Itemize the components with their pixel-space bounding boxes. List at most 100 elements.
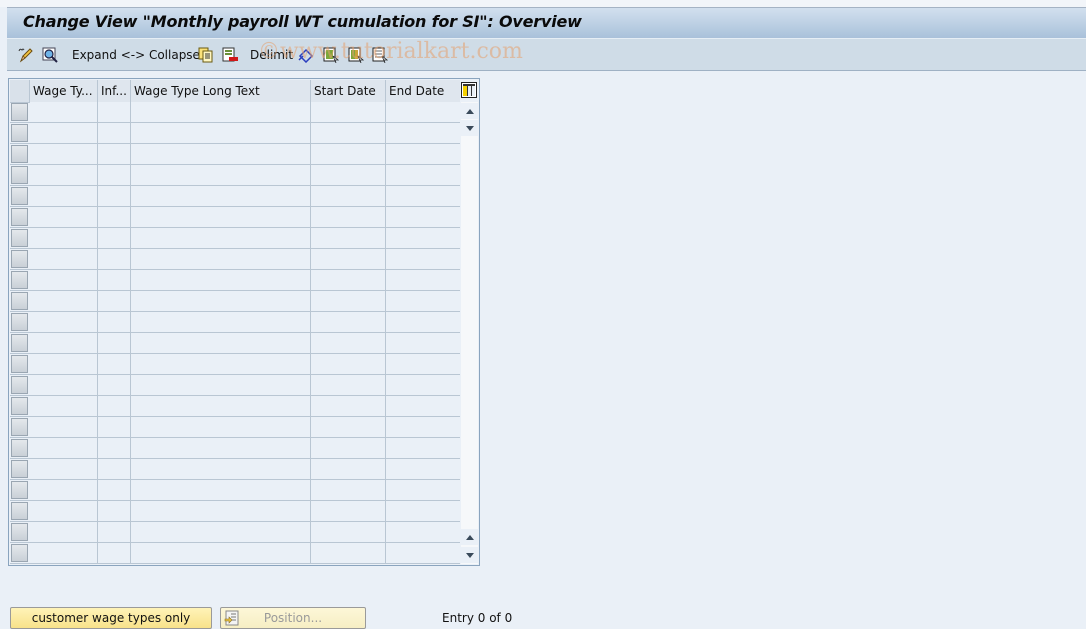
cell-start-date[interactable] [311, 165, 386, 185]
cell-start-date[interactable] [311, 501, 386, 521]
delete-button[interactable] [222, 46, 238, 64]
cell-long-text[interactable] [131, 438, 311, 458]
cell-end-date[interactable] [386, 522, 460, 542]
cell-wage-type[interactable] [30, 270, 98, 290]
undo-change-button[interactable] [298, 46, 314, 64]
row-selector[interactable] [11, 166, 28, 184]
cell-start-date[interactable] [311, 354, 386, 374]
cell-wage-type[interactable] [30, 123, 98, 143]
cell-end-date[interactable] [386, 396, 460, 416]
cell-end-date[interactable] [386, 228, 460, 248]
deselect-all-button[interactable] [372, 46, 389, 64]
cell-wage-type[interactable] [30, 144, 98, 164]
cell-long-text[interactable] [131, 123, 311, 143]
cell-long-text[interactable] [131, 249, 311, 269]
cell-start-date[interactable] [311, 333, 386, 353]
cell-end-date[interactable] [386, 270, 460, 290]
cell-start-date[interactable] [311, 375, 386, 395]
cell-end-date[interactable] [386, 165, 460, 185]
cell-start-date[interactable] [311, 291, 386, 311]
column-header-inf[interactable]: Inf... [98, 80, 131, 102]
vertical-scrollbar[interactable] [461, 102, 478, 564]
cell-long-text[interactable] [131, 291, 311, 311]
cell-wage-type[interactable] [30, 312, 98, 332]
cell-wage-type[interactable] [30, 396, 98, 416]
cell-wage-type[interactable] [30, 417, 98, 437]
cell-start-date[interactable] [311, 102, 386, 122]
column-header-wage-type[interactable]: Wage Ty... [30, 80, 98, 102]
cell-wage-type[interactable] [30, 522, 98, 542]
cell-end-date[interactable] [386, 207, 460, 227]
cell-inf[interactable] [98, 333, 131, 353]
row-selector[interactable] [11, 334, 28, 352]
cell-end-date[interactable] [386, 459, 460, 479]
cell-long-text[interactable] [131, 165, 311, 185]
row-selector[interactable] [11, 208, 28, 226]
cell-inf[interactable] [98, 228, 131, 248]
cell-start-date[interactable] [311, 312, 386, 332]
cell-start-date[interactable] [311, 186, 386, 206]
cell-wage-type[interactable] [30, 102, 98, 122]
position-button[interactable]: Position... [220, 607, 366, 629]
cell-inf[interactable] [98, 165, 131, 185]
cell-long-text[interactable] [131, 354, 311, 374]
cell-start-date[interactable] [311, 438, 386, 458]
row-selector[interactable] [11, 376, 28, 394]
cell-long-text[interactable] [131, 459, 311, 479]
cell-inf[interactable] [98, 543, 131, 563]
row-selector[interactable] [11, 229, 28, 247]
cell-long-text[interactable] [131, 228, 311, 248]
cell-inf[interactable] [98, 270, 131, 290]
cell-inf[interactable] [98, 375, 131, 395]
cell-end-date[interactable] [386, 333, 460, 353]
cell-inf[interactable] [98, 396, 131, 416]
cell-long-text[interactable] [131, 501, 311, 521]
cell-wage-type[interactable] [30, 543, 98, 563]
cell-end-date[interactable] [386, 375, 460, 395]
cell-inf[interactable] [98, 123, 131, 143]
cell-start-date[interactable] [311, 207, 386, 227]
column-header-end-date[interactable]: End Date [386, 80, 460, 102]
row-selector[interactable] [11, 544, 28, 562]
cell-long-text[interactable] [131, 186, 311, 206]
cell-start-date[interactable] [311, 543, 386, 563]
column-header-start-date[interactable]: Start Date [311, 80, 386, 102]
cell-wage-type[interactable] [30, 249, 98, 269]
display-change-button[interactable] [18, 46, 34, 64]
copy-as-button[interactable] [198, 46, 214, 64]
expand-collapse-button[interactable]: Expand <-> Collapse [72, 46, 200, 64]
row-selector[interactable] [11, 481, 28, 499]
scroll-down-top-button[interactable] [461, 120, 478, 136]
cell-inf[interactable] [98, 459, 131, 479]
cell-wage-type[interactable] [30, 459, 98, 479]
cell-inf[interactable] [98, 501, 131, 521]
column-header-long-text[interactable]: Wage Type Long Text [131, 80, 311, 102]
row-selector[interactable] [11, 271, 28, 289]
cell-wage-type[interactable] [30, 354, 98, 374]
cell-start-date[interactable] [311, 249, 386, 269]
scroll-up-top-button[interactable] [461, 103, 478, 119]
row-selector[interactable] [11, 292, 28, 310]
select-block-button[interactable] [348, 46, 365, 64]
cell-end-date[interactable] [386, 438, 460, 458]
row-selector[interactable] [11, 187, 28, 205]
cell-start-date[interactable] [311, 417, 386, 437]
cell-wage-type[interactable] [30, 333, 98, 353]
row-selector[interactable] [11, 418, 28, 436]
cell-wage-type[interactable] [30, 207, 98, 227]
cell-end-date[interactable] [386, 480, 460, 500]
cell-wage-type[interactable] [30, 375, 98, 395]
cell-long-text[interactable] [131, 144, 311, 164]
row-selector[interactable] [11, 523, 28, 541]
cell-end-date[interactable] [386, 501, 460, 521]
details-button[interactable] [42, 46, 58, 64]
cell-end-date[interactable] [386, 291, 460, 311]
cell-long-text[interactable] [131, 333, 311, 353]
cell-long-text[interactable] [131, 312, 311, 332]
row-selector[interactable] [11, 355, 28, 373]
cell-inf[interactable] [98, 354, 131, 374]
cell-long-text[interactable] [131, 480, 311, 500]
scroll-up-bottom-button[interactable] [461, 529, 478, 545]
cell-inf[interactable] [98, 144, 131, 164]
cell-wage-type[interactable] [30, 165, 98, 185]
